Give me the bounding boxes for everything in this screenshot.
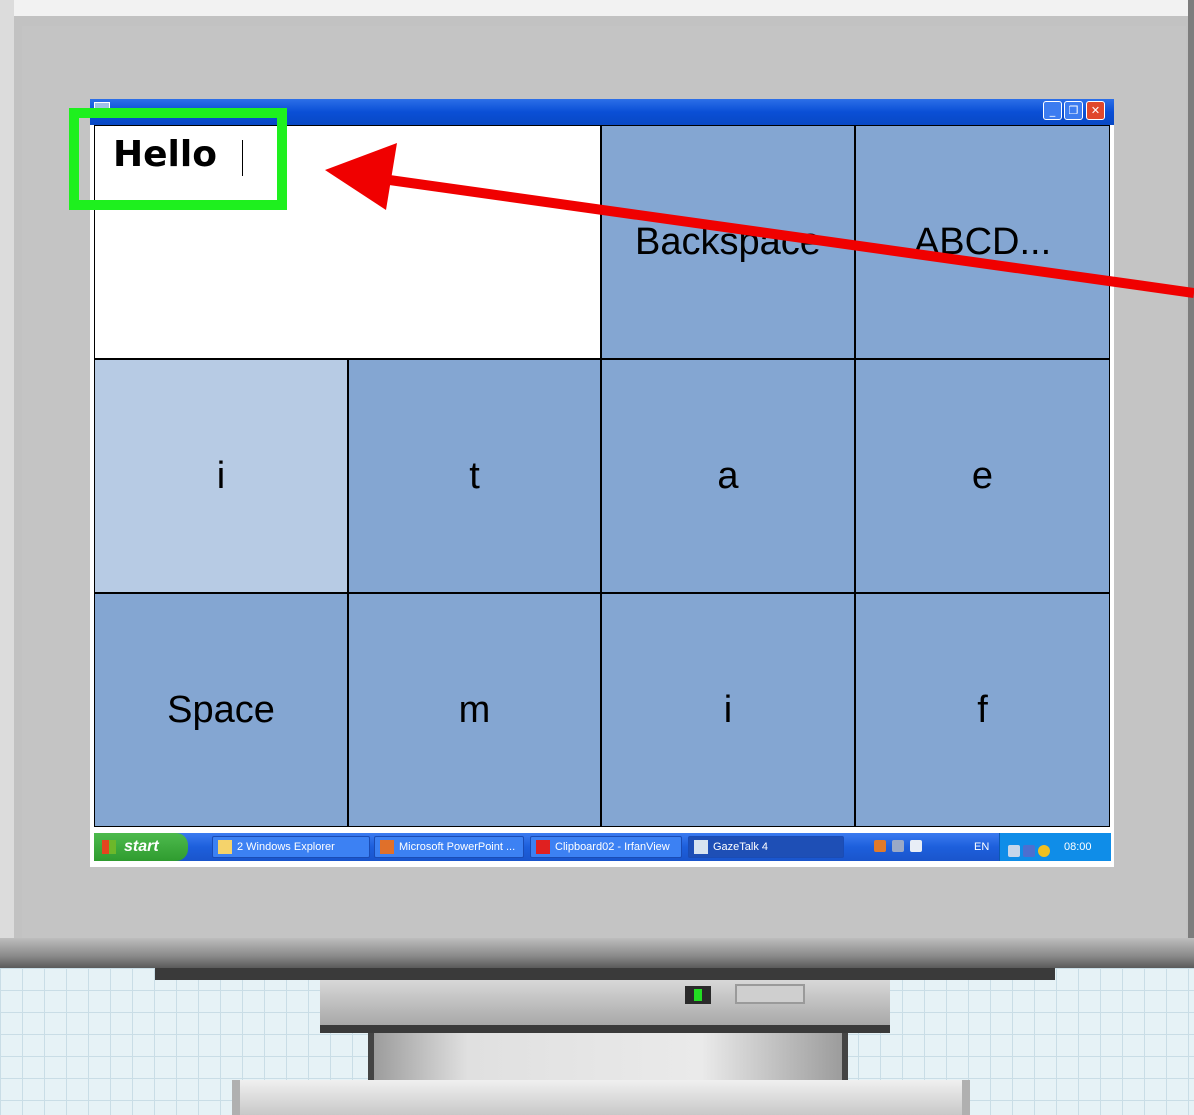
system-tray: 08:00 xyxy=(999,833,1111,861)
bezel-side-highlight xyxy=(0,0,14,950)
windows-flag-icon xyxy=(102,840,116,854)
monitor-base-strip xyxy=(155,968,1055,980)
screen: _ ❐ ✕ Hello Backspace ABCD... i t a e Sp… xyxy=(90,99,1114,867)
taskbar-item-gazetalk[interactable]: GazeTalk 4 xyxy=(688,836,844,858)
gazetalk-icon xyxy=(694,840,708,854)
start-button[interactable]: start xyxy=(94,833,188,861)
restore-button[interactable]: ❐ xyxy=(1064,101,1083,120)
start-label: start xyxy=(124,838,159,855)
taskbar-item-explorer[interactable]: 2 Windows Explorer xyxy=(212,836,370,858)
key-letter-i-2[interactable]: i xyxy=(602,594,854,826)
monitor-neck xyxy=(368,1033,848,1083)
taskbar-item-label: Microsoft PowerPoint ... xyxy=(399,841,516,853)
key-letter-i[interactable]: i xyxy=(95,360,347,592)
document-icon[interactable] xyxy=(910,840,922,852)
clock: 08:00 xyxy=(1064,841,1092,853)
key-letter-e[interactable]: e xyxy=(856,360,1109,592)
key-backspace[interactable]: Backspace xyxy=(602,126,854,358)
key-letter-m[interactable]: m xyxy=(349,594,600,826)
bezel-bottom-edge xyxy=(0,938,1194,968)
monitor-stand-base xyxy=(232,1080,970,1115)
taskbar-item-label: 2 Windows Explorer xyxy=(237,841,335,853)
taskbar-item-label: Clipboard02 - IrfanView xyxy=(555,841,670,853)
language-indicator[interactable]: EN xyxy=(974,833,989,861)
quick-launch-icons xyxy=(874,840,928,855)
gazetalk-keyboard-grid: Hello Backspace ABCD... i t a e Space m … xyxy=(94,125,1110,827)
power-button[interactable] xyxy=(735,984,805,1004)
folder-icon xyxy=(218,840,232,854)
display-icon[interactable] xyxy=(1023,845,1035,857)
media-icon[interactable] xyxy=(874,840,886,852)
taskbar-item-irfanview[interactable]: Clipboard02 - IrfanView xyxy=(530,836,682,858)
key-letter-t[interactable]: t xyxy=(349,360,600,592)
bezel-highlight xyxy=(0,0,1188,16)
taskbar-item-powerpoint[interactable]: Microsoft PowerPoint ... xyxy=(374,836,524,858)
close-button[interactable]: ✕ xyxy=(1086,101,1105,120)
tray-icons xyxy=(1008,840,1056,857)
taskbar-item-label: GazeTalk 4 xyxy=(713,841,769,853)
key-space[interactable]: Space xyxy=(95,594,347,826)
key-alphabet[interactable]: ABCD... xyxy=(856,126,1109,358)
power-led-icon xyxy=(685,986,711,1004)
browser-icon[interactable] xyxy=(892,840,904,852)
powerpoint-icon xyxy=(380,840,394,854)
key-letter-a[interactable]: a xyxy=(602,360,854,592)
globe-icon[interactable] xyxy=(1038,845,1050,857)
taskbar: start 2 Windows Explorer Microsoft Power… xyxy=(94,833,1111,861)
key-letter-f[interactable]: f xyxy=(856,594,1109,826)
minimize-button[interactable]: _ xyxy=(1043,101,1062,120)
highlight-box xyxy=(69,108,287,210)
network-icon[interactable] xyxy=(1008,845,1020,857)
irfanview-icon xyxy=(536,840,550,854)
